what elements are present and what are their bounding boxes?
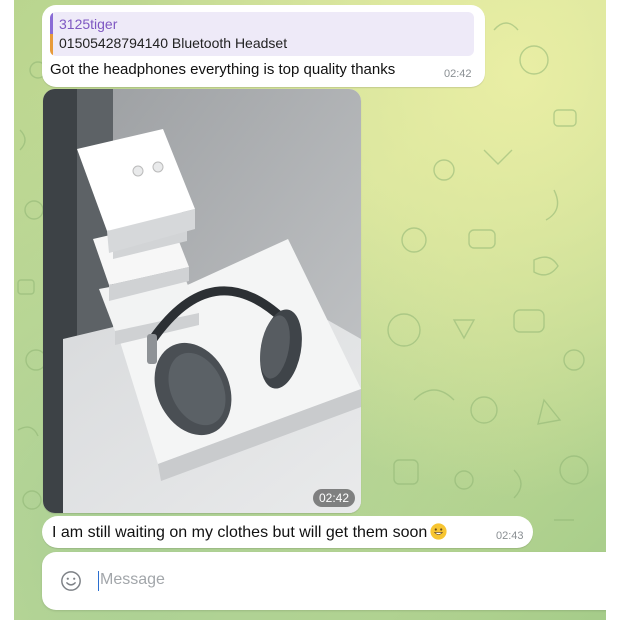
text-cursor [98,571,99,591]
emoji-icon[interactable] [60,570,82,592]
headphones-photo[interactable] [43,89,361,513]
message-composer[interactable]: Message [42,552,606,610]
reply-sender: 3125tiger [59,16,118,32]
photo-message[interactable]: 02:42 [43,89,361,513]
photo-time: 02:42 [312,489,355,507]
message-bubble[interactable]: 3125tiger 01505428794140 Bluetooth Heads… [42,5,485,87]
reply-preview[interactable]: 3125tiger 01505428794140 Bluetooth Heads… [50,12,474,56]
smiling-face-icon [430,523,447,540]
chat-area[interactable]: 3125tiger 01505428794140 Bluetooth Heads… [14,0,606,620]
reply-quoted-text: 01505428794140 Bluetooth Headset [59,35,288,51]
message-time: 02:43 [496,530,524,542]
reply-accent-bar [50,12,53,56]
message-time: 02:42 [444,68,472,80]
message-input[interactable]: Message [100,571,165,589]
message-text: I am still waiting on my clothes but wil… [52,524,428,541]
message-text: Got the headphones everything is top qua… [50,61,396,78]
message-text-line: I am still waiting on my clothes but wil… [52,523,447,542]
message-bubble[interactable]: I am still waiting on my clothes but wil… [42,516,533,548]
